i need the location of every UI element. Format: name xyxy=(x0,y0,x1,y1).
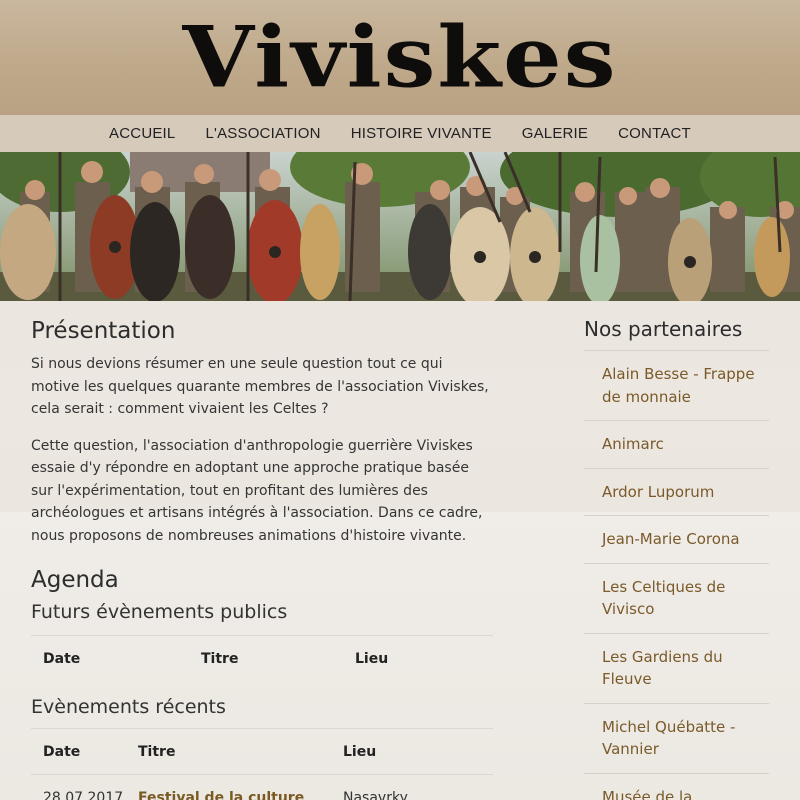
nav-item-histoire-vivante[interactable]: HISTOIRE VIVANTE xyxy=(336,115,507,152)
column-date: Date xyxy=(43,743,81,760)
column-date: Date xyxy=(43,650,81,667)
partner-link[interactable]: Ardor Luporum xyxy=(584,469,769,516)
partner-link[interactable]: Musée de la xyxy=(584,774,769,800)
presentation-title: Présentation xyxy=(31,318,176,344)
partners-sidebar: Nos partenaires Alain Besse - Frappe de … xyxy=(584,301,769,800)
presentation-paragraph-1: Si nous devions résumer en une seule que… xyxy=(31,356,489,417)
main-nav: ACCUEIL L'ASSOCIATION HISTOIRE VIVANTE G… xyxy=(0,115,800,152)
nav-item-accueil[interactable]: ACCUEIL xyxy=(94,115,190,152)
table-row: 28.07.2017 Festival de la culture Nasavr… xyxy=(31,774,493,800)
event-date: 28.07.2017 xyxy=(43,789,124,800)
agenda-title: Agenda xyxy=(31,567,119,593)
partners-title: Nos partenaires xyxy=(584,317,769,351)
site-header: Viviskes xyxy=(0,0,800,115)
nav-item-association[interactable]: L'ASSOCIATION xyxy=(190,115,335,152)
nav-item-galerie[interactable]: GALERIE xyxy=(507,115,603,152)
future-events-table-header: Date Titre Lieu xyxy=(31,635,493,681)
site-logo[interactable]: Viviskes xyxy=(0,5,800,111)
presentation-paragraph-2: Cette question, l'association d'anthropo… xyxy=(31,437,483,544)
main-content: Présentation Si nous devions résumer en … xyxy=(31,301,493,800)
partner-link[interactable]: Animarc xyxy=(584,421,769,469)
partner-link[interactable]: Michel Québatte - Vannier xyxy=(584,704,769,774)
future-events-title: Futurs évènements publics xyxy=(31,601,288,623)
event-location: Nasavrky xyxy=(343,789,408,800)
hero-warriors-illustration xyxy=(0,152,800,301)
partner-link[interactable]: Les Gardiens du Fleuve xyxy=(584,634,769,704)
column-lieu: Lieu xyxy=(355,650,389,667)
hero-photo xyxy=(0,152,800,301)
nav-item-contact[interactable]: CONTACT xyxy=(603,115,706,152)
partner-link[interactable]: Jean-Marie Corona xyxy=(584,516,769,564)
recent-events-title: Evènements récents xyxy=(31,696,226,718)
recent-events-table-header: Date Titre Lieu xyxy=(31,728,493,774)
partner-link[interactable]: Alain Besse - Frappe de monnaie xyxy=(584,351,769,421)
column-lieu: Lieu xyxy=(343,743,377,760)
column-titre: Titre xyxy=(201,650,239,667)
event-title-link[interactable]: Festival de la culture xyxy=(138,790,343,800)
column-titre: Titre xyxy=(138,743,176,760)
partner-link[interactable]: Les Celtiques de Viviscо xyxy=(584,564,769,634)
